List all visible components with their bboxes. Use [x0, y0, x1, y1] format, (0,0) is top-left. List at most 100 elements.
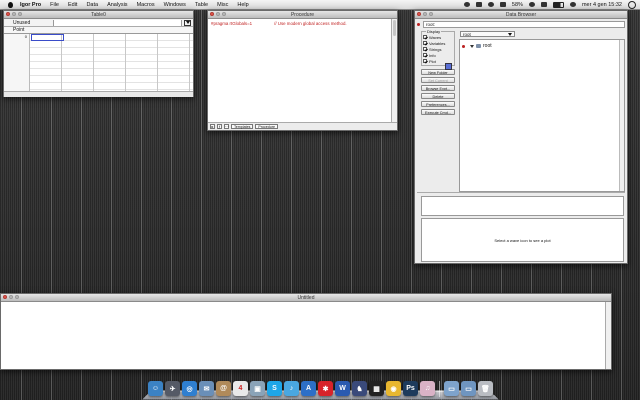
close-icon[interactable]	[210, 12, 214, 16]
folder-popup[interactable]: root	[460, 31, 515, 37]
compile-button[interactable]: ▸	[210, 124, 215, 129]
current-folder-marker-icon	[417, 22, 420, 26]
row-number: 0	[24, 34, 27, 39]
calendar-icon[interactable]: 4	[233, 381, 248, 396]
igor-icon[interactable]: ♞	[352, 381, 367, 396]
pane-splitter[interactable]	[417, 192, 625, 195]
clock[interactable]: mer 4 gen 15:32	[582, 2, 622, 8]
table-grid[interactable]: Point 0	[4, 27, 193, 97]
minimize-icon[interactable]	[423, 12, 427, 16]
plot-pane: Select a wave icon to see a plot	[421, 218, 624, 262]
zoom-icon[interactable]	[18, 12, 22, 16]
checkbox-icon	[423, 35, 427, 39]
untitled-titlebar[interactable]: Untitled	[1, 294, 611, 302]
contacts-icon[interactable]: @	[216, 381, 231, 396]
documents-icon[interactable]: ▭	[461, 381, 476, 396]
mail-icon[interactable]: ✉	[199, 381, 214, 396]
display-icon[interactable]	[475, 2, 482, 7]
mindmap-icon[interactable]: ✱	[318, 381, 333, 396]
selected-cell[interactable]	[31, 34, 64, 41]
procedure-popup[interactable]: Procedure	[255, 124, 278, 129]
cell-entry-field[interactable]	[54, 19, 182, 26]
column-header-row: Point	[4, 27, 193, 34]
point-column-header: Point	[13, 27, 25, 33]
close-icon[interactable]	[6, 12, 10, 16]
horizontal-scrollbar[interactable]	[4, 91, 193, 97]
music-app-icon[interactable]: ♫	[420, 381, 435, 396]
row-number-column: 0	[4, 34, 30, 97]
zoom-icon[interactable]	[429, 12, 433, 16]
checkbox-label: Waves	[429, 34, 442, 40]
set-current-button[interactable]: Set Current	[421, 77, 455, 83]
minimize-icon[interactable]	[12, 12, 16, 16]
menu-data[interactable]: Data	[86, 2, 98, 8]
templates-popup[interactable]: Templates	[231, 124, 254, 129]
function-button[interactable]: ƒ	[217, 124, 222, 129]
zoom-icon[interactable]	[15, 295, 19, 299]
volume-icon[interactable]	[569, 2, 576, 7]
menu-table[interactable]: Table	[195, 2, 208, 8]
minimize-icon[interactable]	[9, 295, 13, 299]
flag-icon[interactable]	[540, 2, 547, 7]
menu-misc[interactable]: Misc	[217, 2, 228, 8]
itunes-icon[interactable]: ♪	[284, 381, 299, 396]
menu-windows[interactable]: Windows	[164, 2, 186, 8]
execute-cmd-button[interactable]: Execute Cmd...	[421, 109, 455, 115]
apple-menu-icon[interactable]	[6, 1, 14, 8]
menu-analysis[interactable]: Analysis	[107, 2, 127, 8]
menu-file[interactable]: File	[50, 2, 59, 8]
table-titlebar[interactable]: Table0	[4, 11, 193, 19]
more-button[interactable]: ⋯	[224, 124, 229, 129]
activity-monitor-icon[interactable]: ▦	[369, 381, 384, 396]
menu-macros[interactable]: Macros	[137, 2, 155, 8]
wifi-icon[interactable]	[528, 2, 535, 7]
code-comment: // Use modern global access method.	[274, 21, 347, 26]
chrome-icon[interactable]: ◉	[386, 381, 401, 396]
data-tree[interactable]: root	[459, 39, 625, 192]
procedure-footer: ▸ ƒ ⋯ Templates Procedure	[208, 122, 397, 130]
zoom-icon[interactable]	[222, 12, 226, 16]
close-icon[interactable]	[417, 12, 421, 16]
minimize-icon[interactable]	[216, 12, 220, 16]
vertical-scrollbar[interactable]	[391, 19, 397, 122]
battery-icon[interactable]	[552, 1, 564, 8]
spotlight-icon[interactable]	[628, 0, 636, 9]
procedure-titlebar[interactable]: Procedure	[208, 11, 397, 19]
timer-icon[interactable]	[487, 2, 494, 7]
folder-icon[interactable]: ▭	[444, 381, 459, 396]
current-folder-field[interactable]: root:	[423, 20, 625, 28]
untitled-title: Untitled	[297, 294, 315, 301]
safari-icon[interactable]: ◎	[182, 381, 197, 396]
preferences-button[interactable]: Preferences...	[421, 101, 455, 107]
trash-icon[interactable]: 🗑	[478, 381, 493, 396]
preview-icon[interactable]: ▣	[250, 381, 265, 396]
command-history-area[interactable]	[1, 302, 605, 369]
launchpad-icon[interactable]: ✈	[165, 381, 180, 396]
vertical-scrollbar[interactable]	[605, 302, 611, 369]
photoshop-icon[interactable]: Ps	[403, 381, 418, 396]
sync-icon[interactable]	[463, 2, 470, 7]
untitled-window: Untitled	[0, 293, 612, 370]
tree-row-root[interactable]: root	[462, 43, 492, 49]
disclosure-triangle-icon[interactable]	[470, 44, 474, 48]
browse-expt-button[interactable]: Browse Expt...	[421, 85, 455, 91]
skype-icon[interactable]: S	[267, 381, 282, 396]
menu-app-name[interactable]: Igor Pro	[20, 2, 41, 8]
bluetooth-icon[interactable]	[499, 2, 506, 7]
app-store-icon[interactable]: A	[301, 381, 316, 396]
current-folder-marker-icon	[462, 44, 465, 48]
menu-edit[interactable]: Edit	[68, 2, 77, 8]
data-browser-window: Data Browser root: Display Waves Variabl…	[414, 10, 628, 264]
checkbox-label: Variables	[429, 40, 446, 46]
menu-help[interactable]: Help	[237, 2, 248, 8]
info-options-icon[interactable]	[445, 63, 452, 70]
word-icon[interactable]: W	[335, 381, 350, 396]
close-icon[interactable]	[3, 295, 7, 299]
finder-icon[interactable]: ☺	[148, 381, 163, 396]
tree-scrollbar[interactable]	[619, 40, 624, 191]
delete-button[interactable]: Delete	[421, 93, 455, 99]
table-menu-dropdown[interactable]	[184, 19, 191, 26]
procedure-title: Procedure	[290, 11, 315, 18]
data-browser-titlebar[interactable]: Data Browser	[415, 11, 627, 19]
procedure-editor[interactable]: #pragma rtGlobals=1 // Use modern global …	[208, 19, 391, 122]
